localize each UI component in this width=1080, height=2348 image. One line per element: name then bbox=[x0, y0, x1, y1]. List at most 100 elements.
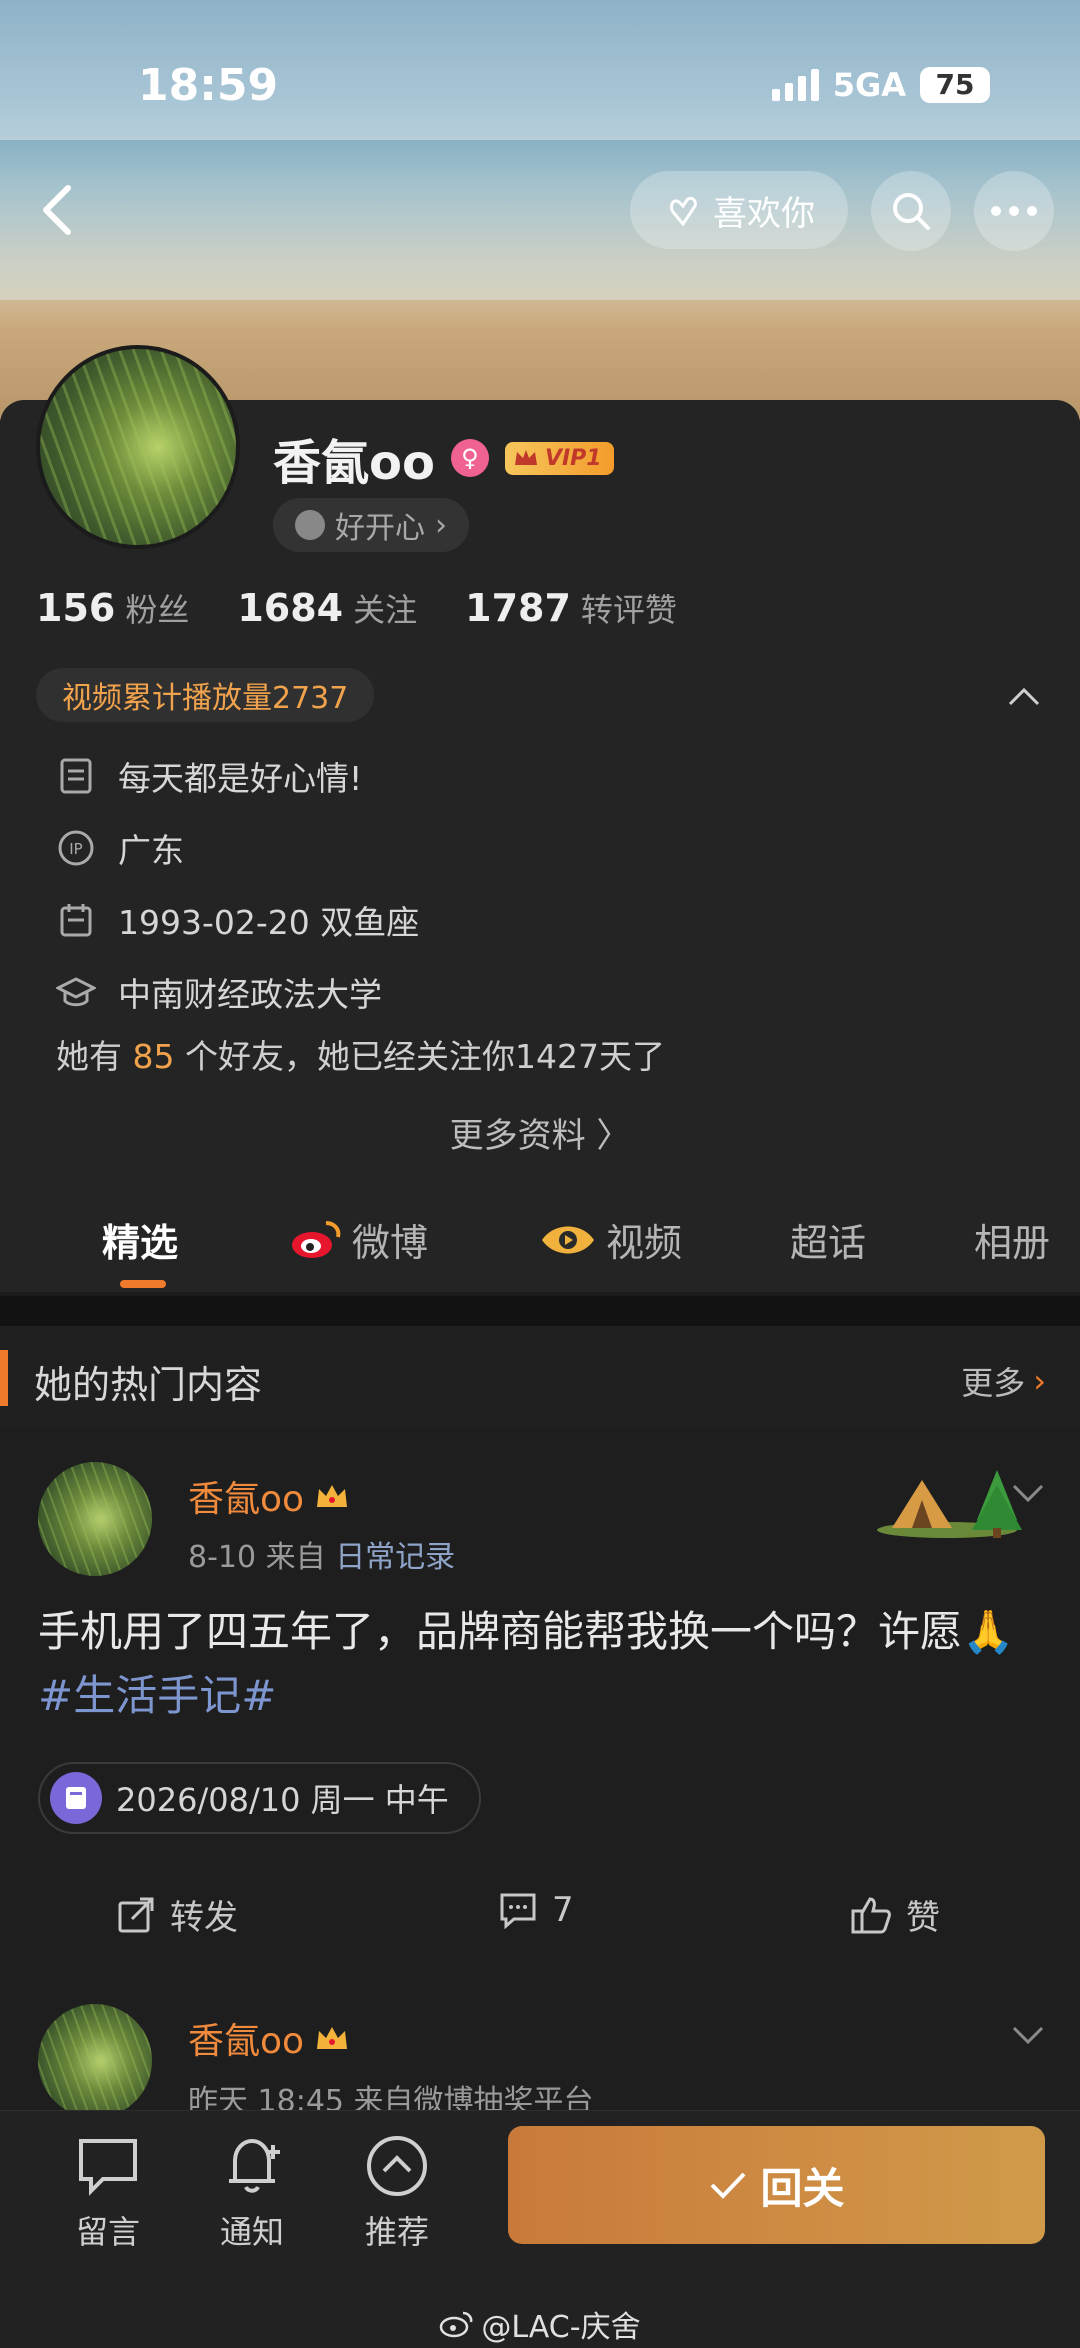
tab-label: 相册 bbox=[974, 1221, 1051, 1265]
avatar[interactable] bbox=[36, 345, 240, 549]
friends-suffix: 个好友，她已经关注你1427天了 bbox=[185, 1037, 665, 1076]
tab-supertopic[interactable]: 超话 bbox=[790, 1212, 866, 1267]
watermark-text: @LAC-庆舍 bbox=[481, 2310, 641, 2345]
post-author[interactable]: 香氤oo bbox=[188, 2012, 350, 2064]
svg-text:IP: IP bbox=[69, 840, 82, 858]
post-meta: 8-10 来自 日常记录 bbox=[188, 1532, 455, 1576]
bell-plus-icon bbox=[229, 2138, 280, 2193]
stat-label: 粉丝 bbox=[125, 591, 190, 629]
tab-label: 微博 bbox=[352, 1221, 429, 1265]
post-avatar[interactable] bbox=[38, 1462, 152, 1576]
date-chip[interactable]: 2026/08/10 周一 中午 bbox=[38, 1762, 481, 1834]
like-button[interactable]: 赞 bbox=[850, 1890, 940, 1939]
comment-icon bbox=[500, 1893, 536, 1929]
message-label: 留言 bbox=[75, 2213, 140, 2251]
more-options-button[interactable] bbox=[974, 171, 1054, 251]
battery-icon: 75 bbox=[920, 67, 990, 103]
chevron-down-icon[interactable] bbox=[1010, 1474, 1046, 1510]
post-author[interactable]: 香氤oo bbox=[188, 1470, 350, 1522]
ip-location: 广东 bbox=[118, 831, 184, 870]
tab-featured[interactable]: 精选 bbox=[102, 1212, 178, 1267]
friends-line: 她有 85 个好友，她已经关注你1427天了 bbox=[56, 1030, 665, 1078]
weibo-icon bbox=[292, 1220, 341, 1258]
chevron-up-icon[interactable] bbox=[1006, 678, 1042, 714]
tab-label: 超话 bbox=[790, 1221, 867, 1265]
tab-album[interactable]: 相册 bbox=[974, 1212, 1050, 1267]
crown-icon bbox=[317, 2027, 348, 2049]
stat-number: 156 bbox=[36, 586, 116, 630]
mood-status-button[interactable]: 好开心 › bbox=[273, 498, 469, 552]
thumbs-up-icon bbox=[851, 1896, 891, 1933]
watermark: @LAC-庆舍 bbox=[0, 2302, 1080, 2346]
stat-number: 1684 bbox=[237, 586, 344, 630]
like-you-button[interactable]: 喜欢你 bbox=[630, 171, 848, 249]
female-icon: ♀ bbox=[450, 439, 489, 477]
comment-button[interactable]: 7 bbox=[498, 1890, 574, 1930]
more-info-link[interactable]: 更多资料 〉 bbox=[0, 1108, 1080, 1157]
chevron-down-icon[interactable] bbox=[1010, 2016, 1046, 2052]
video-eye-icon bbox=[542, 1226, 594, 1253]
graduation-cap-icon bbox=[56, 972, 96, 1012]
post-actions: 转发 7 赞 bbox=[0, 1880, 1080, 1950]
tab-label: 视频 bbox=[606, 1221, 683, 1265]
friends-count[interactable]: 85 bbox=[133, 1037, 175, 1076]
post-from: 来自 bbox=[265, 1540, 326, 1575]
vip-badge[interactable]: VIP1 bbox=[504, 441, 614, 475]
recommend-button[interactable]: 推荐 bbox=[337, 2131, 457, 2253]
video-views-badge[interactable]: 视频累计播放量2737 bbox=[36, 668, 375, 722]
stat-interactions[interactable]: 1787 转评赞 bbox=[465, 585, 677, 631]
ip-icon: IP bbox=[56, 828, 96, 868]
follow-back-button[interactable]: 回关 bbox=[508, 2126, 1045, 2244]
mood-label: 好开心 bbox=[335, 511, 425, 546]
comment-count: 7 bbox=[552, 1890, 574, 1930]
check-icon bbox=[711, 2172, 746, 2199]
document-icon bbox=[56, 756, 96, 796]
post-text-main: 手机用了四五年了，品牌商能帮我换一个吗？许愿 bbox=[38, 1607, 963, 1656]
chevron-up-circle-icon bbox=[367, 2136, 427, 2196]
network-label: 5GA bbox=[832, 66, 906, 104]
info-school: 中南财经政法大学 bbox=[56, 956, 419, 1028]
notify-label: 通知 bbox=[219, 2213, 284, 2251]
section-more-button[interactable]: 更多 › bbox=[961, 1358, 1046, 1404]
message-button[interactable]: 留言 bbox=[48, 2131, 168, 2253]
stat-number: 1787 bbox=[465, 586, 571, 630]
profile-stats: 156 粉丝 1684 关注 1787 转评赞 bbox=[36, 585, 677, 631]
profile-name-row: 香氤oo ♀ VIP1 bbox=[273, 423, 614, 493]
search-icon bbox=[893, 193, 930, 230]
info-birthday: 1993-02-20 双鱼座 bbox=[56, 884, 419, 956]
camping-decoration-icon bbox=[877, 1470, 1022, 1538]
hot-content-header: 她的热门内容 更多 › bbox=[0, 1326, 1080, 1426]
post-text: 手机用了四五年了，品牌商能帮我换一个吗？许愿🙏 #生活手记# bbox=[38, 1600, 1048, 1728]
stat-label: 转评赞 bbox=[580, 591, 677, 629]
profile-info-list: 每天都是好心情! IP 广东 1993-02-20 双鱼座 中南财经政法大学 bbox=[56, 740, 419, 1028]
repost-button[interactable]: 转发 bbox=[116, 1890, 238, 1939]
status-indicators: 5GA 75 bbox=[771, 66, 990, 104]
back-icon[interactable] bbox=[30, 180, 90, 240]
post-source[interactable]: 日常记录 bbox=[335, 1540, 455, 1575]
weibo-logo-icon bbox=[440, 2311, 473, 2338]
post-hashtag[interactable]: #生活手记# bbox=[38, 1671, 276, 1720]
school-text: 中南财经政法大学 bbox=[118, 975, 382, 1014]
section-title: 她的热门内容 bbox=[34, 1363, 263, 1407]
like-you-label: 喜欢你 bbox=[713, 193, 815, 234]
profile-tabs: 精选 微博 视频 超话 相册 bbox=[0, 1182, 1080, 1292]
date-chip-label: 2026/08/10 周一 中午 bbox=[116, 1781, 449, 1819]
info-ip: IP 广东 bbox=[56, 812, 419, 884]
notify-button[interactable]: 通知 bbox=[192, 2131, 312, 2253]
signal-icon bbox=[771, 69, 819, 101]
tab-weibo[interactable]: 微博 bbox=[290, 1212, 428, 1267]
active-tab-indicator bbox=[120, 1280, 166, 1288]
smile-icon bbox=[295, 510, 325, 540]
chevron-right-icon: › bbox=[435, 507, 447, 543]
tab-label: 精选 bbox=[102, 1221, 179, 1265]
info-bio: 每天都是好心情! bbox=[56, 740, 419, 812]
vip-label: VIP1 bbox=[544, 445, 602, 471]
post-avatar[interactable] bbox=[38, 2004, 152, 2118]
search-button[interactable] bbox=[871, 171, 951, 251]
message-icon bbox=[79, 2139, 137, 2196]
post-date: 8-10 bbox=[188, 1540, 257, 1575]
tab-video[interactable]: 视频 bbox=[540, 1212, 682, 1267]
stat-following[interactable]: 1684 关注 bbox=[237, 585, 417, 631]
birthday-text: 1993-02-20 双鱼座 bbox=[118, 903, 420, 942]
stat-followers[interactable]: 156 粉丝 bbox=[36, 585, 189, 631]
